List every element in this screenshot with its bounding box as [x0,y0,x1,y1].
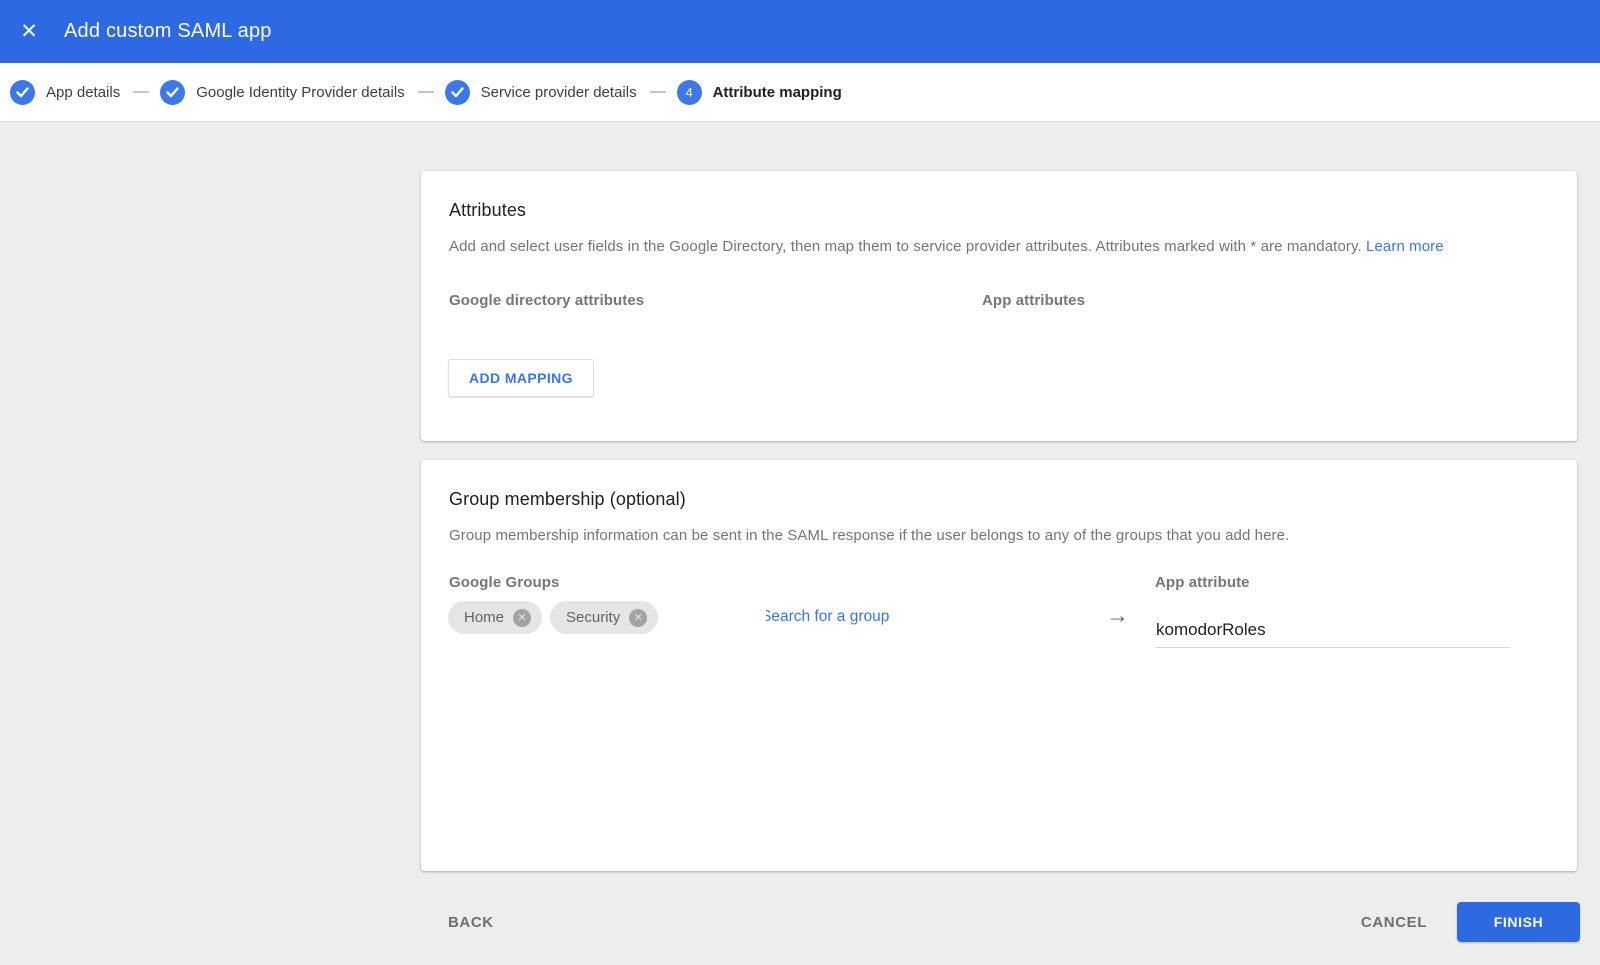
step-label: App details [46,83,121,101]
app-attribute-label: App attribute [1155,574,1250,591]
chip-label: Security [566,609,621,626]
column-header-app-attributes: App attributes [982,292,1086,309]
step-service-provider-details[interactable]: Service provider details [444,79,637,105]
close-icon[interactable]: ✕ [17,20,41,44]
check-icon [16,86,29,98]
app-attribute-value: komodorRoles [1156,619,1266,639]
back-button[interactable]: BACK [448,902,494,942]
description-text: Add and select user fields in the Google… [449,238,1367,255]
arrow-right-icon: → [1106,602,1129,628]
step-google-idp-details[interactable]: Google Identity Provider details [160,79,405,105]
step-number: 4 [685,84,693,100]
step-connector [417,91,434,93]
cancel-button[interactable]: CANCEL [1361,914,1427,931]
check-icon [450,86,464,98]
learn-more-link[interactable]: Learn more [1366,238,1444,255]
app-attribute-input[interactable]: komodorRoles [1156,612,1510,648]
group-chip-security[interactable]: Security ✕ [550,601,659,634]
check-icon [166,86,179,98]
wizard-stepper: App details Google Identity Provider det… [0,63,1600,122]
step-attribute-mapping[interactable]: 4 Attribute mapping [676,79,842,105]
chip-label: Home [464,609,505,626]
google-groups-chips: Home ✕ Security ✕ [448,601,659,634]
attributes-card-title: Attributes [449,200,527,220]
step-label: Attribute mapping [712,83,842,101]
group-card-description: Group membership information can be sent… [449,527,1290,544]
group-membership-card: Group membership (optional) Group member… [421,460,1577,871]
step-label: Service provider details [480,83,637,101]
column-header-google-directory-attributes: Google directory attributes [449,292,645,309]
step-label: Google Identity Provider details [196,83,405,101]
step-app-details[interactable]: App details [10,79,121,105]
step-complete-circle [160,79,186,105]
chip-remove-icon[interactable]: ✕ [513,608,532,627]
step-number-circle: 4 [676,79,702,105]
group-card-title: Group membership (optional) [449,489,686,509]
search-group-input[interactable]: Search for a group [766,608,889,630]
dialog-header: ✕ Add custom SAML app [0,0,1600,63]
step-complete-circle [444,79,470,105]
finish-button[interactable]: FINISH [1457,902,1580,942]
step-connector [133,91,150,93]
google-groups-label: Google Groups [449,574,560,591]
attributes-card-description: Add and select user fields in the Google… [449,238,1444,255]
step-connector [649,91,666,93]
attributes-card: Attributes Add and select user fields in… [421,171,1577,441]
search-group-text: Search for a group [766,608,890,625]
chip-remove-icon[interactable]: ✕ [629,608,648,627]
add-mapping-button[interactable]: ADD MAPPING [448,359,594,397]
step-complete-circle [10,79,35,105]
group-chip-home[interactable]: Home ✕ [448,601,543,634]
dialog-title: Add custom SAML app [64,20,272,42]
footer-actions: CANCEL FINISH [1361,902,1580,942]
